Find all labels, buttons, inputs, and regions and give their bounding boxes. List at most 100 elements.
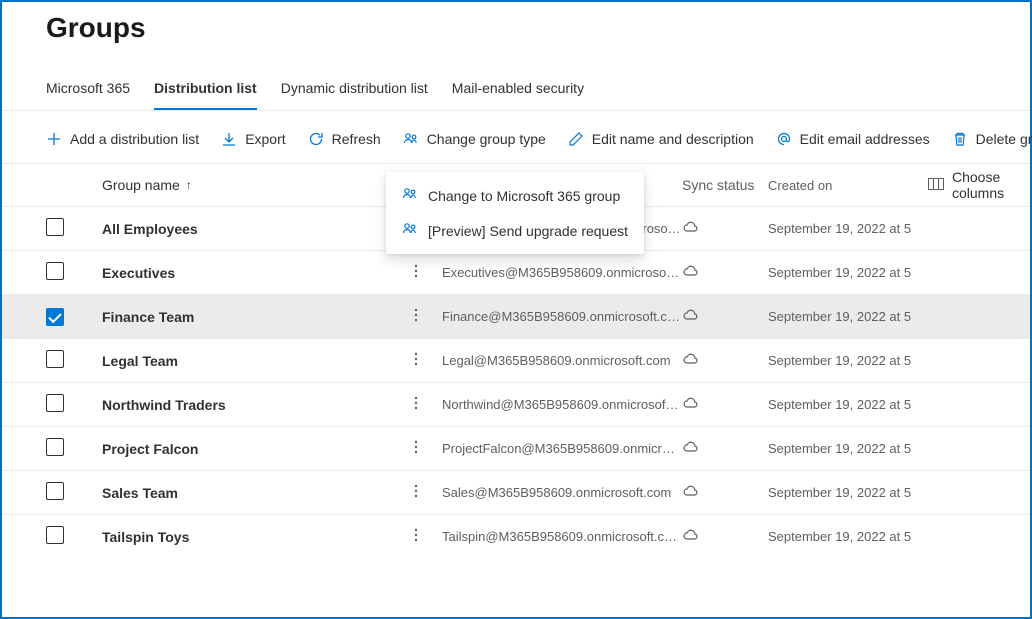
add-distribution-list-button[interactable]: Add a distribution list xyxy=(46,131,199,147)
row-more-button[interactable] xyxy=(406,395,426,414)
group-email: Finance@M365B958609.onmicrosoft.com xyxy=(442,309,682,324)
group-name[interactable]: Executives xyxy=(102,265,175,281)
row-checkbox[interactable] xyxy=(46,526,64,544)
more-vertical-icon xyxy=(414,263,418,282)
row-more-button[interactable] xyxy=(406,351,426,370)
group-name[interactable]: Tailspin Toys xyxy=(102,529,189,545)
column-created-label: Created on xyxy=(768,178,832,193)
delete-group-button[interactable]: Delete group xyxy=(952,131,1032,147)
cloud-icon xyxy=(682,439,698,458)
cloud-icon xyxy=(682,527,698,546)
group-name[interactable]: Project Falcon xyxy=(102,441,198,457)
cloud-icon xyxy=(682,483,698,502)
group-created: September 19, 2022 at 5 xyxy=(768,353,928,368)
people-icon xyxy=(402,221,418,240)
tab-microsoft-365[interactable]: Microsoft 365 xyxy=(46,80,130,110)
edit-name-button[interactable]: Edit name and description xyxy=(568,131,754,147)
trash-icon xyxy=(952,131,968,147)
group-created: September 19, 2022 at 5 xyxy=(768,265,928,280)
tab-dynamic-distribution-list[interactable]: Dynamic distribution list xyxy=(281,80,428,110)
table-row[interactable]: Northwind TradersNorthwind@M365B958609.o… xyxy=(2,382,1030,426)
change-type-label: Change group type xyxy=(427,131,546,147)
export-button[interactable]: Export xyxy=(221,131,285,147)
row-checkbox[interactable] xyxy=(46,394,64,412)
cloud-icon xyxy=(682,219,698,238)
plus-icon xyxy=(46,131,62,147)
row-more-button[interactable] xyxy=(406,263,426,282)
dropdown-item-label: Change to Microsoft 365 group xyxy=(428,188,620,204)
row-checkbox[interactable] xyxy=(46,482,64,500)
export-label: Export xyxy=(245,131,285,147)
change-group-type-button[interactable]: Change group type xyxy=(403,131,546,147)
edit-name-label: Edit name and description xyxy=(592,131,754,147)
table-row[interactable]: Sales Team Sales@M365B958609.onmicrosoft.… xyxy=(2,470,1030,514)
cloud-icon xyxy=(682,263,698,282)
group-created: September 19, 2022 at 5 xyxy=(768,397,928,412)
table-row[interactable]: Executives Executives@M365B958609.onmicro… xyxy=(2,250,1030,294)
group-email: Sales@M365B958609.onmicrosoft.com xyxy=(442,485,682,500)
download-icon xyxy=(221,131,237,147)
edit-email-label: Edit email addresses xyxy=(800,131,930,147)
page-title: Groups xyxy=(46,12,986,44)
tab-distribution-list[interactable]: Distribution list xyxy=(154,80,257,110)
group-created: September 19, 2022 at 5 xyxy=(768,441,928,456)
refresh-label: Refresh xyxy=(332,131,381,147)
choose-columns-button[interactable]: Choose columns xyxy=(928,169,1016,201)
add-label: Add a distribution list xyxy=(70,131,199,147)
table-row[interactable]: Project Falcon ProjectFalcon@M365B958609.… xyxy=(2,426,1030,470)
people-icon xyxy=(402,186,418,205)
sort-ascending-icon: ↑ xyxy=(186,178,192,192)
row-checkbox[interactable] xyxy=(46,350,64,368)
columns-icon xyxy=(928,177,944,193)
row-checkbox[interactable] xyxy=(46,438,64,456)
group-name[interactable]: Finance Team xyxy=(102,309,194,325)
more-vertical-icon xyxy=(414,483,418,502)
tab-mail-enabled-security[interactable]: Mail-enabled security xyxy=(452,80,584,110)
row-checkbox[interactable] xyxy=(46,218,64,236)
column-header-sync[interactable]: Sync status xyxy=(682,177,768,193)
group-name[interactable]: Sales Team xyxy=(102,485,178,501)
pencil-icon xyxy=(568,131,584,147)
column-header-name[interactable]: Group name ↑ xyxy=(102,177,406,193)
group-name[interactable]: Northwind Traders xyxy=(102,397,226,413)
group-created: September 19, 2022 at 5 xyxy=(768,485,928,500)
cloud-icon xyxy=(682,351,698,370)
column-header-created[interactable]: Created on xyxy=(768,178,928,193)
refresh-icon xyxy=(308,131,324,147)
change-group-type-dropdown: Change to Microsoft 365 group [Preview] … xyxy=(386,172,644,254)
group-email: Tailspin@M365B958609.onmicrosoft.com xyxy=(442,529,682,544)
delete-label: Delete group xyxy=(976,131,1032,147)
row-more-button[interactable] xyxy=(406,439,426,458)
people-swap-icon xyxy=(403,131,419,147)
dropdown-change-to-m365[interactable]: Change to Microsoft 365 group xyxy=(386,178,644,213)
toolbar: Add a distribution list Export Refresh C… xyxy=(2,111,1030,164)
table-row[interactable]: Legal Team Legal@M365B958609.onmicrosoft.… xyxy=(2,338,1030,382)
dropdown-send-upgrade-request[interactable]: [Preview] Send upgrade request xyxy=(386,213,644,248)
tabs: Microsoft 365 Distribution list Dynamic … xyxy=(2,44,1030,111)
group-email: ProjectFalcon@M365B958609.onmicrosoft.co… xyxy=(442,441,682,456)
row-more-button[interactable] xyxy=(406,307,426,326)
row-more-button[interactable] xyxy=(406,483,426,502)
row-checkbox[interactable] xyxy=(46,262,64,280)
column-name-label: Group name xyxy=(102,177,180,193)
dropdown-item-label: [Preview] Send upgrade request xyxy=(428,223,628,239)
group-email: Executives@M365B958609.onmicrosoft.com xyxy=(442,265,682,280)
refresh-button[interactable]: Refresh xyxy=(308,131,381,147)
more-vertical-icon xyxy=(414,307,418,326)
edit-email-button[interactable]: Edit email addresses xyxy=(776,131,930,147)
column-sync-label: Sync status xyxy=(682,177,754,193)
group-email: Legal@M365B958609.onmicrosoft.com xyxy=(442,353,682,368)
at-icon xyxy=(776,131,792,147)
more-vertical-icon xyxy=(414,439,418,458)
more-vertical-icon xyxy=(414,395,418,414)
row-more-button[interactable] xyxy=(406,527,426,546)
choose-columns-label: Choose columns xyxy=(952,169,1016,201)
row-checkbox[interactable] xyxy=(46,308,64,326)
group-created: September 19, 2022 at 5 xyxy=(768,309,928,324)
more-vertical-icon xyxy=(414,527,418,546)
group-name[interactable]: All Employees xyxy=(102,221,198,237)
table-row[interactable]: Tailspin Toys Tailspin@M365B958609.onmicr… xyxy=(2,514,1030,558)
table-row[interactable]: Finance Team Finance@M365B958609.onmicros… xyxy=(2,294,1030,338)
more-vertical-icon xyxy=(414,351,418,370)
group-name[interactable]: Legal Team xyxy=(102,353,178,369)
